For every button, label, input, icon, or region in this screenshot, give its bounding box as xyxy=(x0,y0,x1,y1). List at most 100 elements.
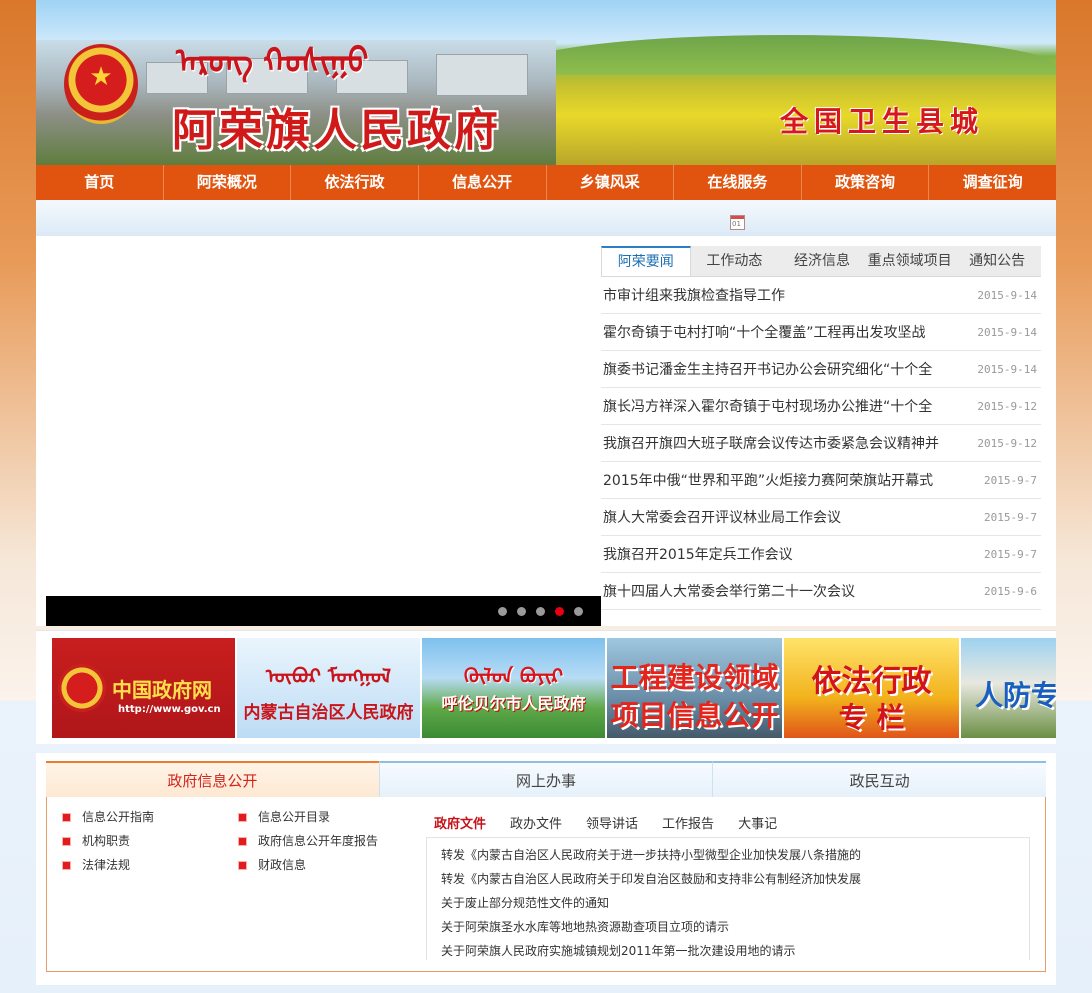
news-title[interactable]: 我旗召开旗四大班子联席会议传达市委紧急会议精神并 xyxy=(603,425,943,463)
mongolian-title: ᠠᠷᠤᠩ ᠬᠣᠱᠢᠭᠤ xyxy=(176,41,369,82)
slider-dot[interactable] xyxy=(574,607,583,616)
list-item[interactable]: 市审计组来我旗检查指导工作 2015-9-14 xyxy=(601,277,1041,314)
nav-item-policy[interactable]: 政策咨询 xyxy=(800,165,929,200)
slider-dot[interactable] xyxy=(555,607,564,616)
link-banners: 中国政府网 http://www.gov.cn ᠥᠪᠦᠷ ᠮᠣᠩᠭᠣᠯ 内蒙古自… xyxy=(36,630,1056,744)
tab-gov-info[interactable]: 政府信息公开 xyxy=(46,761,379,797)
bottom-tabs: 政府信息公开 网上办事 政民互动 xyxy=(46,761,1047,797)
link-law-column[interactable]: 依法行政 专 栏 xyxy=(784,638,959,738)
nav-item-services[interactable]: 在线服务 xyxy=(673,165,801,200)
guide-item[interactable]: 财政信息 xyxy=(238,857,306,873)
list-item[interactable]: 关于阿荣旗圣水水库等地地热资源勘查项目立项的请示 xyxy=(441,918,729,935)
link-civil-defense[interactable]: 人防专 xyxy=(961,638,1056,738)
link-nmg-mongolian: ᠥᠪᠦᠷ ᠮᠣᠩᠭᠣᠯ xyxy=(265,664,392,688)
list-item[interactable]: 旗十四届人大常委会举行第二十一次会议 2015-9-6 xyxy=(601,573,1041,610)
news-title[interactable]: 旗十四届人大常委会举行第二十一次会议 xyxy=(603,573,943,611)
calendar-icon: 01 xyxy=(730,215,745,230)
tab-office-documents[interactable]: 政办文件 xyxy=(510,813,562,832)
link-hlbe-title: 呼伦贝尔市人民政府 xyxy=(441,694,586,713)
link-hlbe-gov[interactable]: ᠬᠥᠯᠦᠨ ᠪᠤᠶᠢᠷ 呼伦贝尔市人民政府 xyxy=(422,638,605,738)
tab-work-reports[interactable]: 工作报告 xyxy=(662,813,714,832)
list-item[interactable]: 霍尔奇镇于屯村打响“十个全覆盖”工程再出发攻坚战 2015-9-14 xyxy=(601,314,1041,351)
slider-caption-bar xyxy=(46,596,601,626)
doc-list: 转发《内蒙古自治区人民政府关于进一步扶持小型微型企业加快发展八条措施的 转发《内… xyxy=(426,837,1030,960)
tab-notices[interactable]: 通知公告 xyxy=(953,246,1041,276)
news-title[interactable]: 市审计组来我旗检查指导工作 xyxy=(603,277,943,315)
main-nav: 首页 阿荣概况 依法行政 信息公开 乡镇风采 在线服务 政策咨询 调查征询 xyxy=(36,165,1056,200)
list-item[interactable]: 旗委书记潘金生主持召开书记办公会研究细化“十个全 2015-9-14 xyxy=(601,351,1041,388)
site-title: 阿荣旗人民政府 xyxy=(172,105,501,156)
link-gov-url: http://www.gov.cn xyxy=(118,704,221,715)
slider-dot[interactable] xyxy=(498,607,507,616)
guide-item[interactable]: 信息公开指南 xyxy=(62,809,154,825)
image-slider[interactable] xyxy=(46,246,601,626)
link-project-line1: 工程建设领域 xyxy=(610,661,779,694)
tab-work-updates[interactable]: 工作动态 xyxy=(691,246,779,276)
nav-item-home[interactable]: 首页 xyxy=(36,165,163,200)
news-date: 2015-9-14 xyxy=(977,363,1037,376)
list-item[interactable]: 关于阿荣旗人民政府实施城镇规划2011年第一批次建设用地的请示 xyxy=(441,942,796,959)
main-content: 阿荣要闻 工作动态 经济信息 重点领域项目 通知公告 市审计组来我旗检查指导工作… xyxy=(36,236,1056,626)
slider-dots xyxy=(498,607,583,616)
slogan: 全国卫生县城 xyxy=(780,105,985,138)
list-item[interactable]: 旗人大常委会召开评议林业局工作会议 2015-9-7 xyxy=(601,499,1041,536)
calendar-icon-text: 01 xyxy=(732,220,741,228)
news-date: 2015-9-14 xyxy=(977,326,1037,339)
tab-arong-news[interactable]: 阿荣要闻 xyxy=(601,246,691,276)
news-title[interactable]: 我旗召开2015年定兵工作会议 xyxy=(603,536,943,574)
national-emblem-icon: ★ xyxy=(64,44,138,124)
slider-dot[interactable] xyxy=(517,607,526,616)
news-date: 2015-9-7 xyxy=(984,548,1037,561)
link-gov-cn[interactable]: 中国政府网 http://www.gov.cn xyxy=(52,638,235,738)
news-date: 2015-9-12 xyxy=(977,400,1037,413)
doc-tabs: 政府文件 政办文件 领导讲话 工作报告 大事记 xyxy=(434,813,801,832)
list-item[interactable]: 2015年中俄“世界和平跑”火炬接力赛阿荣旗站开幕式 2015-9-7 xyxy=(601,462,1041,499)
list-item[interactable]: 我旗召开旗四大班子联席会议传达市委紧急会议精神并 2015-9-12 xyxy=(601,425,1041,462)
tab-key-projects[interactable]: 重点领域项目 xyxy=(866,246,954,276)
tab-chronicle[interactable]: 大事记 xyxy=(738,813,777,832)
building xyxy=(436,54,528,96)
header-banner: ★ ᠠᠷᠤᠩ ᠬᠣᠱᠢᠭᠤ 阿荣旗人民政府 全国卫生县城 xyxy=(36,0,1056,165)
banner-hills xyxy=(516,35,1056,75)
guide-item[interactable]: 法律法规 xyxy=(62,857,130,873)
link-rf-title: 人防专 xyxy=(975,679,1056,712)
guide-item[interactable]: 机构职责 xyxy=(62,833,130,849)
news-title[interactable]: 旗人大常委会召开评议林业局工作会议 xyxy=(603,499,943,537)
link-nmg-gov[interactable]: ᠥᠪᠦᠷ ᠮᠣᠩᠭᠣᠯ 内蒙古自治区人民政府 xyxy=(237,638,420,738)
link-law-line1: 依法行政 xyxy=(811,664,932,699)
tab-gov-documents[interactable]: 政府文件 xyxy=(434,813,486,832)
nav-item-towns[interactable]: 乡镇风采 xyxy=(545,165,674,200)
news-date: 2015-9-7 xyxy=(984,511,1037,524)
list-item[interactable]: 旗长冯方祥深入霍尔奇镇于屯村现场办公推进“十个全 2015-9-12 xyxy=(601,388,1041,425)
link-law-line2: 专 栏 xyxy=(838,701,905,734)
link-gov-title: 中国政府网 xyxy=(112,678,212,702)
news-tabs: 阿荣要闻 工作动态 经济信息 重点领域项目 通知公告 xyxy=(601,246,1041,277)
news-title[interactable]: 旗长冯方祥深入霍尔奇镇于屯村现场办公推进“十个全 xyxy=(603,388,943,426)
guide-item[interactable]: 政府信息公开年度报告 xyxy=(238,833,378,849)
list-item[interactable]: 转发《内蒙古自治区人民政府关于印发自治区鼓励和支持非公有制经济加快发展 xyxy=(441,870,861,887)
date-bar: 01 xyxy=(36,200,1056,236)
list-item[interactable]: 我旗召开2015年定兵工作会议 2015-9-7 xyxy=(601,536,1041,573)
nav-item-law[interactable]: 依法行政 xyxy=(290,165,418,200)
news-title[interactable]: 霍尔奇镇于屯村打响“十个全覆盖”工程再出发攻坚战 xyxy=(603,314,943,352)
slider-dot[interactable] xyxy=(536,607,545,616)
list-item[interactable]: 转发《内蒙古自治区人民政府关于进一步扶持小型微型企业加快发展八条措施的 xyxy=(441,846,861,863)
list-item[interactable]: 关于废止部分规范性文件的通知 xyxy=(441,894,609,911)
guide-item[interactable]: 信息公开目录 xyxy=(238,809,330,825)
bottom-panel: 政府信息公开 网上办事 政民互动 信息公开指南 机构职责 法律法规 信息公开目录… xyxy=(36,753,1056,985)
news-panel: 阿荣要闻 工作动态 经济信息 重点领域项目 通知公告 市审计组来我旗检查指导工作… xyxy=(601,246,1041,610)
link-project-line2: 项目信息公开 xyxy=(610,699,779,732)
tab-online-service[interactable]: 网上办事 xyxy=(378,761,713,797)
nav-item-info[interactable]: 信息公开 xyxy=(417,165,546,200)
link-project-info[interactable]: 工程建设领域 项目信息公开 xyxy=(607,638,782,738)
tab-economy[interactable]: 经济信息 xyxy=(778,246,866,276)
nav-item-survey[interactable]: 调查征询 xyxy=(928,165,1056,200)
news-title[interactable]: 2015年中俄“世界和平跑”火炬接力赛阿荣旗站开幕式 xyxy=(603,462,943,500)
page: ★ ᠠᠷᠤᠩ ᠬᠣᠱᠢᠭᠤ 阿荣旗人民政府 全国卫生县城 首页 阿荣概况 依法行… xyxy=(36,0,1056,993)
national-emblem-icon xyxy=(58,664,106,712)
link-hlbe-mongolian: ᠬᠥᠯᠦᠨ ᠪᠤᠶᠢᠷ xyxy=(463,664,564,688)
nav-item-overview[interactable]: 阿荣概况 xyxy=(162,165,291,200)
news-title[interactable]: 旗委书记潘金生主持召开书记办公会研究细化“十个全 xyxy=(603,351,943,389)
tab-speeches[interactable]: 领导讲话 xyxy=(586,813,638,832)
tab-interaction[interactable]: 政民互动 xyxy=(712,761,1047,797)
